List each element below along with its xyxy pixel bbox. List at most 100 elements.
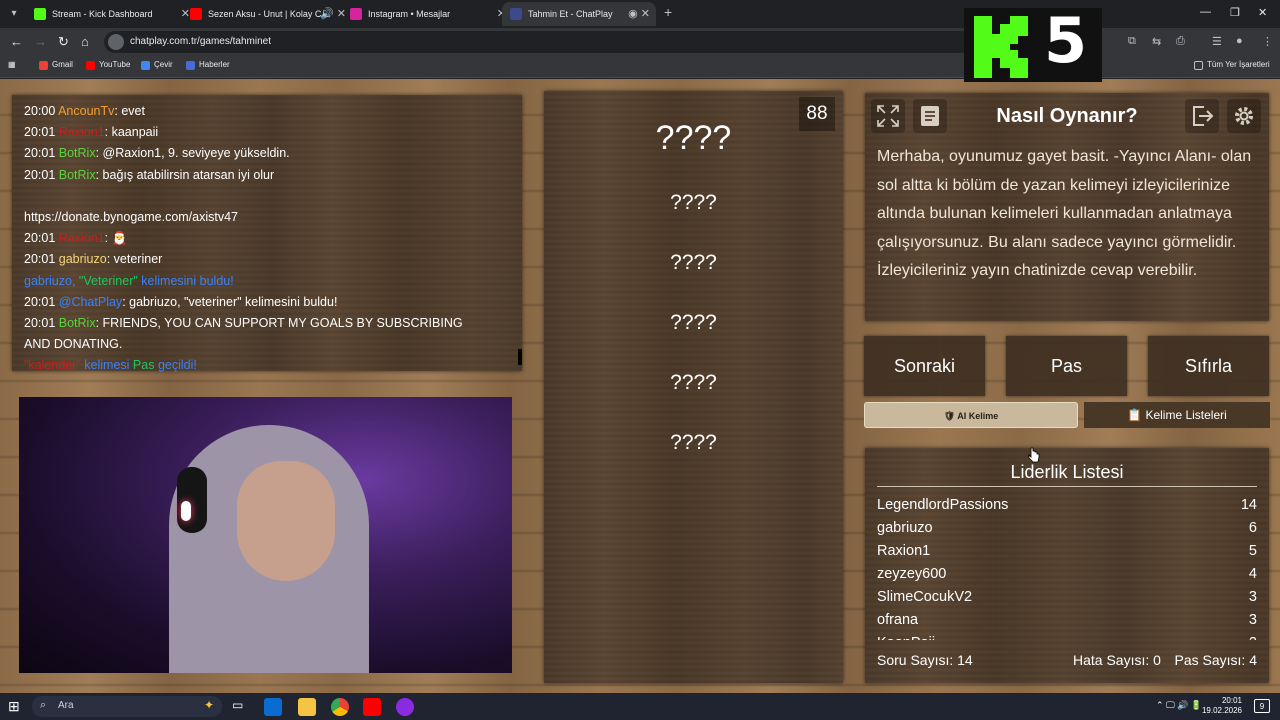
tab-kick-dashboard[interactable]: Stream - Kick Dashboard ✕ [26, 2, 196, 26]
chatplay-page: 20:00 AncounTv: evet 20:01 Raxion1: kaanp… [0, 79, 1280, 693]
chat-user[interactable]: AncounTv [58, 104, 114, 118]
address-bar[interactable]: chatplay.com.tr/games/tahminet [104, 31, 984, 53]
bookmark-gmail[interactable]: Gmail [39, 60, 73, 70]
how-to-play-text: Merhaba, oyunumuz gayet basit. -Yayıncı … [877, 148, 1252, 280]
reload-icon[interactable]: ↻ [58, 34, 69, 50]
home-icon[interactable]: ⌂ [81, 34, 89, 49]
back-icon[interactable]: ← [10, 34, 23, 49]
restore-icon[interactable]: ❐ [1230, 6, 1240, 19]
tab-chatplay[interactable]: Tahmin Et - ChatPlay ◉ ✕ [502, 2, 656, 26]
store-icon[interactable] [264, 698, 282, 716]
player-name: Raxion1 [877, 543, 931, 559]
tab-title: Sezen Aksu - Unut | Kolay C [208, 9, 322, 19]
leaderboard-row: gabriuzo 6 [877, 517, 1257, 540]
extensions-icon[interactable]: ⧉ [1128, 35, 1136, 48]
chat-user[interactable]: Raxion1 [59, 125, 105, 139]
leaderboard-row: zeyzey600 4 [877, 563, 1257, 586]
windows-taskbar: ⊞ ⌕ Ara ✦ ▭ ⌃ 🖵 🔊 🔋 20:01 19.02.2026 9 [0, 693, 1280, 720]
next-button[interactable]: Sonraki [864, 336, 985, 396]
question-count: Soru Sayısı: 14 [877, 652, 973, 668]
word-lists-button[interactable]: 📋 Kelime Listeleri [1084, 402, 1270, 428]
tab-title: Tahmin Et - ChatPlay [528, 9, 613, 19]
chat-time: 20:01 [24, 146, 56, 161]
menu-icon[interactable]: ⋮ [1262, 35, 1273, 48]
passed-word: "kalender" [24, 358, 81, 373]
chat-text: , [71, 273, 79, 288]
error-count: Hata Sayısı: 0 [1073, 652, 1161, 668]
bookmark-youtube[interactable]: YouTube [86, 60, 131, 70]
pass-count: Pas Sayısı: 4 [1174, 652, 1257, 668]
taboo-word: ???? [670, 251, 717, 274]
tab-instagram[interactable]: Instagram • Mesajlar ✕ [342, 2, 512, 26]
ai-word-button[interactable]: 🛡 AI Kelime [864, 402, 1078, 428]
system-clock[interactable]: 20:01 19.02.2026 [1202, 696, 1242, 716]
tab-list-icon[interactable]: ☰ [1212, 35, 1222, 48]
forward-icon[interactable]: → [34, 34, 47, 49]
chat-user[interactable]: Raxion1 [59, 231, 105, 245]
reset-button[interactable]: Sıfırla [1148, 336, 1269, 396]
player-score: 3 [1248, 612, 1257, 628]
chat-time: 20:01 [24, 294, 56, 309]
chat-message: 20:01 Raxion1: kaanpaii [24, 122, 510, 143]
chat-sep: : [95, 146, 103, 161]
gmail-icon [39, 61, 48, 70]
close-window-icon[interactable]: ✕ [1258, 6, 1267, 19]
taboo-word: ???? [670, 431, 717, 454]
pass-button[interactable]: Pas [1006, 336, 1127, 396]
leaderboard-row: LegendlordPassions 14 [877, 494, 1257, 517]
chat-time: 20:01 [24, 316, 56, 331]
chat-scrollbar[interactable] [518, 349, 522, 365]
bookmark-label: Gmail [52, 60, 73, 69]
chat-text: 🎅 [111, 231, 128, 246]
chat-user[interactable]: BotRix [59, 146, 96, 160]
leaderboard-row: Raxion1 5 [877, 540, 1257, 563]
task-view-icon[interactable]: ▭ [232, 698, 250, 716]
leaderboard-list[interactable]: LegendlordPassions 14 gabriuzo 6 Raxion1 5 zey… [877, 494, 1257, 640]
apps-icon[interactable]: ▦ [8, 60, 16, 69]
minimize-icon[interactable]: — [1200, 6, 1211, 18]
bookmark-haberler[interactable]: Haberler [186, 60, 230, 70]
profile-icon[interactable]: ● [1236, 35, 1243, 47]
obs-icon[interactable] [396, 698, 414, 716]
chat-lines: 20:00 AncounTv: evet 20:01 Raxion1: kaanp… [24, 101, 510, 377]
chat-sep: : [95, 167, 103, 182]
word-card: 88 ???? ???? ???? ???? ???? ???? [544, 91, 843, 683]
site-info-icon[interactable] [108, 34, 124, 50]
chat-message: 20:01 BotRix: bağış atabilirsin atarsan … [24, 165, 510, 186]
player-name: gabriuzo [877, 520, 933, 536]
chat-user[interactable]: BotRix [59, 316, 96, 330]
start-icon[interactable]: ⊞ [8, 698, 26, 716]
translate-icon [141, 61, 150, 70]
divider [877, 486, 1257, 487]
bookmark-label: Haberler [199, 60, 230, 69]
print-icon[interactable]: ⎙ [1176, 35, 1185, 48]
chat-user[interactable]: BotRix [59, 168, 96, 182]
youtube-app-icon[interactable] [363, 698, 381, 716]
chat-user[interactable]: @ChatPlay [59, 295, 122, 309]
player-name: LegendlordPassions [877, 497, 1009, 513]
chat-text: bağış atabilirsin atarsan iyi olur [102, 167, 275, 182]
kick-logo-icon [974, 16, 1028, 78]
bookmark-cevir[interactable]: Çevir [141, 60, 173, 70]
player-score: 14 [1240, 497, 1257, 513]
chat-message: 20:01 BotRix: @Raxion1, 9. seviyeye yüks… [24, 143, 510, 164]
tab-youtube[interactable]: Sezen Aksu - Unut | Kolay C 🔊 ✕ [182, 2, 352, 26]
pass-label: Pas [132, 358, 155, 373]
tab-search-button[interactable]: ▾ [6, 6, 22, 22]
file-explorer-icon[interactable] [298, 698, 316, 716]
chrome-icon[interactable] [331, 698, 349, 716]
taskbar-search[interactable]: ⌕ Ara ✦ [32, 696, 222, 717]
chat-text: evet [121, 104, 145, 118]
translate-icon[interactable]: ⇆ [1152, 35, 1161, 48]
notification-badge[interactable]: 9 [1254, 699, 1270, 713]
chat-user[interactable]: gabriuzo [59, 252, 107, 266]
tab-title: Stream - Kick Dashboard [52, 9, 153, 19]
settings-button[interactable] [1227, 99, 1261, 133]
new-tab-icon[interactable]: + [664, 4, 672, 20]
bookmark-label: YouTube [99, 60, 131, 69]
tray-icons[interactable]: ⌃ 🖵 🔊 🔋 [1156, 700, 1202, 711]
close-tab-icon[interactable]: ◉ ✕ [628, 2, 650, 26]
all-bookmarks-label: Tüm Yer İşaretleri [1207, 60, 1270, 69]
all-bookmarks[interactable]: Tüm Yer İşaretleri [1194, 60, 1270, 70]
exit-button[interactable] [1185, 99, 1219, 133]
